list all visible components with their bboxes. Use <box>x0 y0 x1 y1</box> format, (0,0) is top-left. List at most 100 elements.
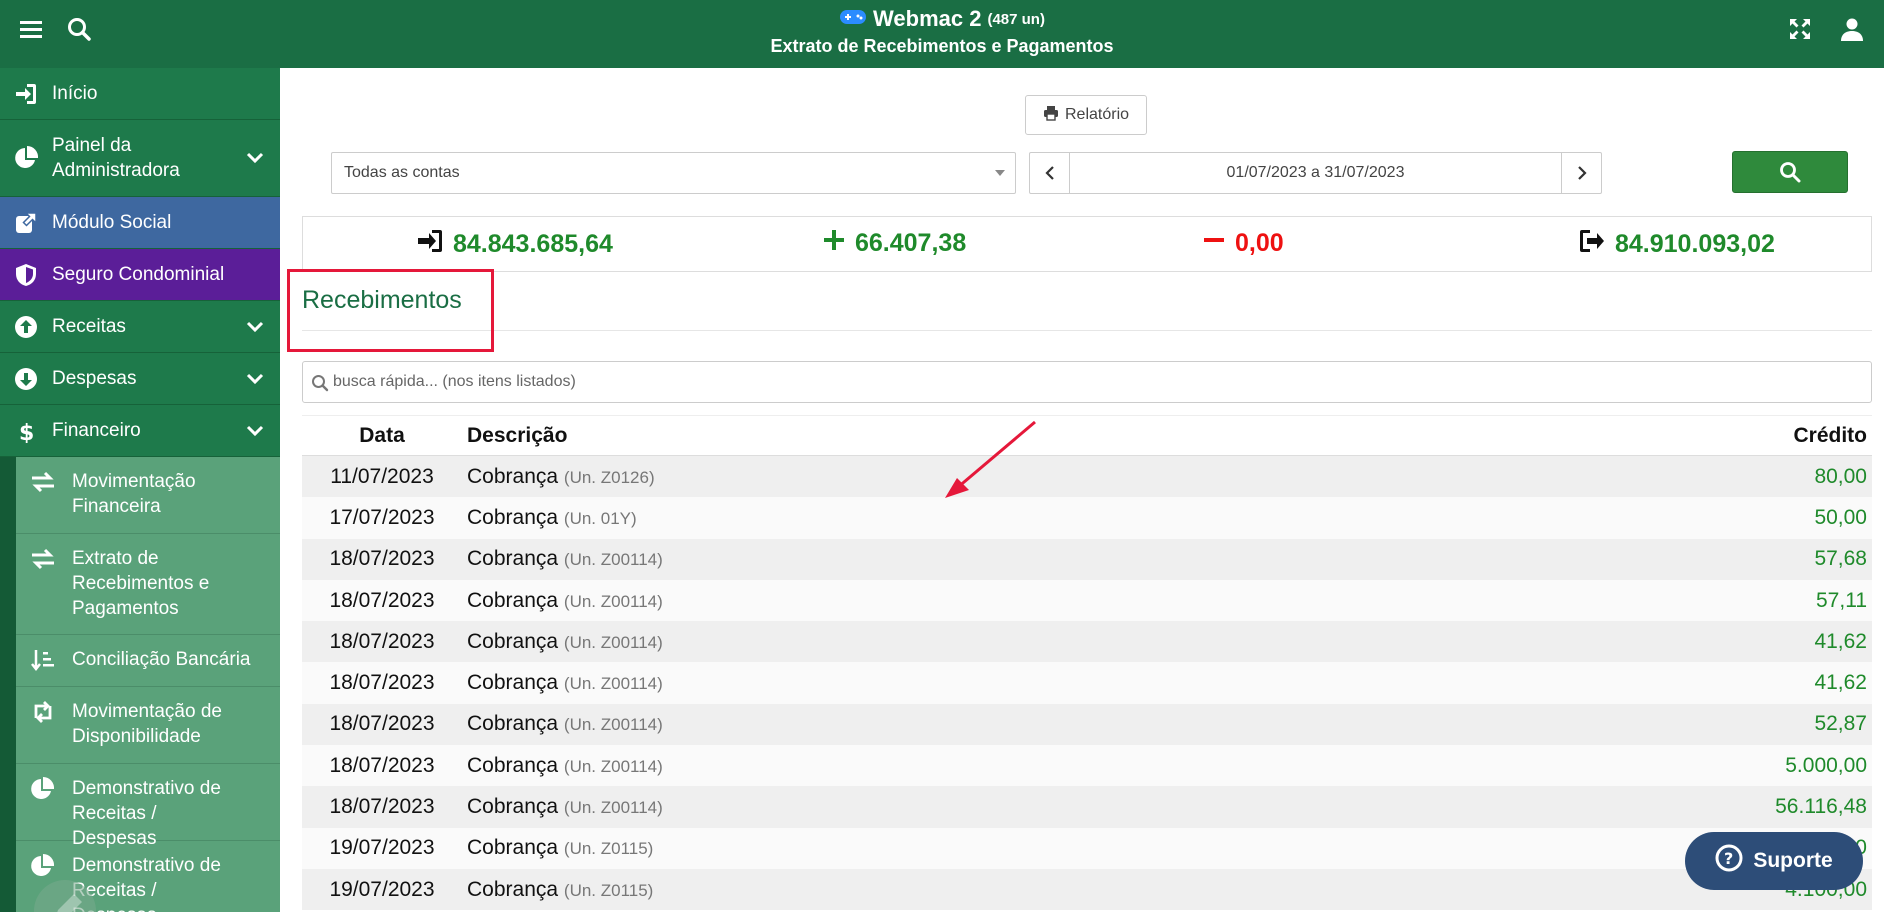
app-name: Webmac 2 <box>873 6 982 31</box>
svg-text:$: $ <box>19 421 34 443</box>
cell-date: 18/07/2023 <box>329 671 435 695</box>
table-row[interactable]: 18/07/2023 Cobrança (Un. Z00114) 57,68 <box>302 538 1872 580</box>
search-button[interactable] <box>1732 151 1848 193</box>
total-closing: 84.910.093,02 <box>1579 229 1775 260</box>
cell-description-text: Cobrança <box>467 712 559 736</box>
column-header-date[interactable]: Data <box>302 424 462 448</box>
submenu-item-movimentacao-financeira[interactable]: Movimentação Financeira <box>16 457 280 534</box>
sidebar-item-inicio[interactable]: Início <box>0 68 280 120</box>
prev-period-button[interactable] <box>1030 153 1070 193</box>
cell-description: Cobrança (Un. Z00114) <box>462 630 1572 654</box>
arrow-up-circle-icon <box>14 315 38 339</box>
question-circle-icon: ? <box>1715 844 1743 878</box>
table-row[interactable]: 18/07/2023 Cobrança (Un. Z00114) 57,11 <box>302 579 1872 622</box>
table-row[interactable]: 18/07/2023 Cobrança (Un. Z00114) 5.000,00 <box>302 745 1872 787</box>
table-row[interactable]: 11/07/2023 Cobrança (Un. Z0126) 80,00 <box>302 456 1872 498</box>
support-button[interactable]: ? Suporte <box>1685 832 1863 890</box>
sidebar-item-seguro[interactable]: Seguro Condominial <box>0 249 280 301</box>
cell-description: Cobrança (Un. Z00114) <box>462 795 1572 819</box>
cell-unit: (Un. Z0126) <box>563 467 655 487</box>
date-range-input[interactable]: 01/07/2023 a 31/07/2023 <box>1070 153 1561 193</box>
cell-unit: (Un. Z00114) <box>563 674 663 694</box>
table-row[interactable]: 17/07/2023 Cobrança (Un. 01Y) 50,00 <box>302 497 1872 539</box>
cell-credit: 5.000,00 <box>1785 753 1867 777</box>
divider <box>302 330 1872 331</box>
cell-unit: (Un. Z00114) <box>563 591 663 611</box>
total-credits: 66.407,38 <box>823 229 966 258</box>
search-icon <box>311 374 329 397</box>
cell-credit: 50,00 <box>1814 505 1867 529</box>
cell-credit: 57,68 <box>1814 547 1867 571</box>
total-debits: 0,00 <box>1203 229 1284 258</box>
search-icon <box>1780 162 1801 183</box>
cell-date: 18/07/2023 <box>329 753 435 777</box>
cell-description-text: Cobrança <box>467 836 559 860</box>
exchange-icon <box>30 470 56 494</box>
chevron-down-icon <box>246 422 264 440</box>
chevron-down-icon <box>246 370 264 388</box>
cell-description: Cobrança (Un. Z0115) <box>462 836 1572 860</box>
user-icon[interactable] <box>1840 17 1866 43</box>
support-label: Suporte <box>1753 849 1833 872</box>
cell-credit: 56.116,48 <box>1775 795 1867 819</box>
fullscreen-icon[interactable] <box>1788 17 1814 43</box>
sidebar-item-despesas[interactable]: Despesas <box>0 353 280 405</box>
sidebar-item-receitas[interactable]: Receitas <box>0 301 280 353</box>
cell-date: 19/07/2023 <box>329 836 435 860</box>
cell-date: 11/07/2023 <box>330 464 434 488</box>
financeiro-submenu: Movimentação Financeira Extrato de Receb… <box>0 457 280 912</box>
submenu-item-extrato[interactable]: Extrato de Recebimentos e Pagamentos <box>16 534 280 635</box>
sidebar-item-financeiro[interactable]: $ Financeiro <box>0 405 280 457</box>
submenu-item-demonstrativo[interactable]: Demonstrativo de Receitas / Despesas <box>16 764 280 849</box>
main-content: Relatório Todas as contas 01/07/2023 a 3… <box>280 68 1884 912</box>
cell-description: Cobrança (Un. Z00114) <box>462 589 1572 613</box>
cell-date: 18/07/2023 <box>329 795 435 819</box>
cell-description: Cobrança (Un. Z0115) <box>462 878 1572 902</box>
submenu-item-label: Demonstrativo de Receitas / Despesas <box>72 778 221 849</box>
sign-in-icon <box>417 229 443 260</box>
print-icon <box>1043 105 1059 126</box>
report-button[interactable]: Relatório <box>1025 95 1147 135</box>
cell-date: 18/07/2023 <box>329 588 435 612</box>
submenu-item-disponibilidade[interactable]: Movimentação de Disponibilidade <box>16 687 280 764</box>
cell-date: 18/07/2023 <box>329 629 435 653</box>
sidebar-item-painel[interactable]: Painel da Administradora <box>0 120 280 197</box>
quick-search-input[interactable] <box>333 363 1863 401</box>
table-row[interactable]: 18/07/2023 Cobrança (Un. Z00114) 41,62 <box>302 662 1872 704</box>
sidebar-item-label: Receitas <box>52 315 126 337</box>
account-select-value: Todas as contas <box>344 164 460 181</box>
sort-icon <box>30 648 56 672</box>
cell-description-text: Cobrança <box>467 671 559 695</box>
table-row[interactable]: 18/07/2023 Cobrança (Un. Z00114) 56.116,48 <box>302 786 1872 828</box>
table-row[interactable]: 18/07/2023 Cobrança (Un. Z00114) 41,62 <box>302 621 1872 663</box>
total-opening: 84.843.685,64 <box>417 229 613 260</box>
table-row[interactable]: 19/07/2023Cobrança (Un. Z0115)50,00 <box>302 827 1872 869</box>
cell-description-text: Cobrança <box>467 629 559 653</box>
cell-description-text: Cobrança <box>467 547 559 571</box>
cell-credit: 57,11 <box>1816 588 1867 612</box>
sidebar-item-modulo-social[interactable]: Módulo Social <box>0 197 280 249</box>
arrow-down-circle-icon <box>14 367 38 391</box>
pie-chart-icon <box>14 145 39 170</box>
floating-edit-button[interactable] <box>34 880 96 912</box>
submenu-item-conciliacao[interactable]: Conciliação Bancária <box>16 635 280 687</box>
submenu-item-label: Extrato de Recebimentos e Pagamentos <box>72 548 210 619</box>
table-row[interactable]: 18/07/2023 Cobrança (Un. Z00114) 52,87 <box>302 703 1872 746</box>
table-row[interactable]: 19/07/2023Cobrança (Un. Z0115)4.100,00 <box>302 868 1872 911</box>
cell-description: Cobrança (Un. Z00114) <box>462 671 1572 695</box>
total-closing-value: 84.910.093,02 <box>1615 230 1775 258</box>
column-header-credit[interactable]: Crédito <box>1572 424 1872 448</box>
sidebar-item-label: Painel da Administradora <box>52 135 180 181</box>
cell-unit: (Un. Z00114) <box>563 798 663 818</box>
cell-unit: (Un. Z00114) <box>563 632 663 652</box>
totals-bar: 84.843.685,64 66.407,38 0,00 84.910.093,… <box>302 216 1872 272</box>
account-select[interactable]: Todas as contas <box>331 152 1016 194</box>
cell-description-text: Cobrança <box>467 877 559 901</box>
cell-unit: (Un. Z00114) <box>563 715 663 735</box>
report-button-label: Relatório <box>1064 106 1130 123</box>
next-period-button[interactable] <box>1561 153 1601 193</box>
sidebar-item-label: Módulo Social <box>52 211 172 233</box>
submenu-item-label: Demonstrativo de Receitas / Despesas <box>72 855 221 912</box>
sidebar: Início Painel da Administradora Módulo S… <box>0 68 280 912</box>
submenu-item-label: Movimentação Financeira <box>72 471 196 517</box>
